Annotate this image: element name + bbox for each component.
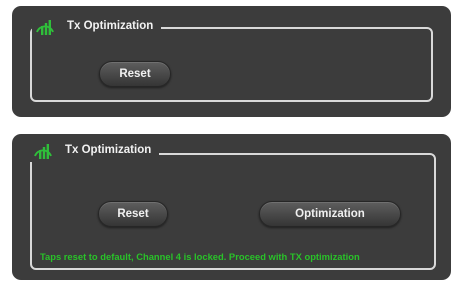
status-message: Taps reset to default, Channel 4 is lock… [40,251,360,262]
reset-button[interactable]: Reset [99,61,171,87]
panel-title: Tx Optimization [67,20,154,32]
tx-optimization-panel-ready: Tx Optimization Reset Optimization Taps … [12,134,451,280]
group-box-legend: Tx Optimization [32,14,162,38]
signal-bars-icon [36,20,54,35]
signal-bars-icon [34,144,52,159]
reset-button[interactable]: Reset [98,201,168,227]
group-box-legend: Tx Optimization [30,138,160,162]
panel-title: Tx Optimization [65,144,152,156]
tx-optimization-panel-initial: Tx Optimization Reset [12,6,451,117]
optimization-button[interactable]: Optimization [259,201,401,227]
group-box-frame [30,27,433,102]
